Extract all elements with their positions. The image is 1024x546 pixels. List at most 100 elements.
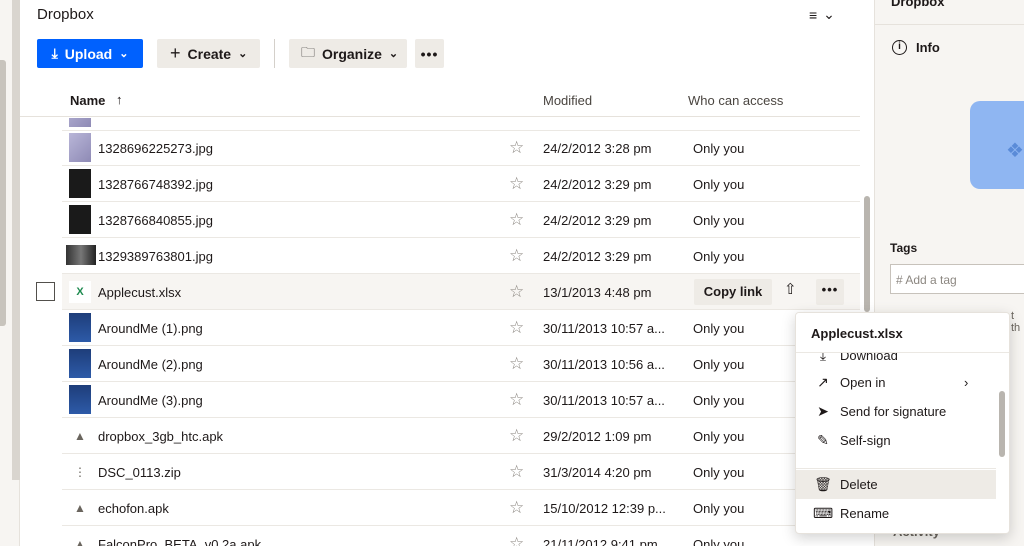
column-access[interactable]: Who can access: [688, 93, 783, 108]
file-name[interactable]: echofon.apk: [98, 501, 169, 516]
table-row[interactable]: 1328766748392.jpg ☆ 24/2/2012 3:29 pm On…: [62, 166, 860, 202]
star-icon[interactable]: ☆: [509, 246, 524, 266]
modified-date: 30/11/2013 10:57 a...: [543, 321, 665, 336]
side-panel-divider: [875, 24, 1024, 25]
tags-label: Tags: [890, 241, 918, 255]
trash-icon: 🗑: [814, 476, 832, 492]
more-actions-button[interactable]: •••: [415, 39, 444, 68]
share-icon[interactable]: ⇧: [784, 280, 797, 298]
file-name[interactable]: 1328696225273.jpg: [98, 141, 213, 156]
star-icon[interactable]: ☆: [509, 318, 524, 338]
column-name[interactable]: Name: [70, 93, 105, 108]
file-list: 1328696225273.jpg ☆ 24/2/2012 3:28 pm On…: [20, 118, 860, 546]
table-header: Name ↑ Modified Who can access: [20, 87, 860, 117]
menu-item-label: Delete: [840, 477, 878, 492]
file-name[interactable]: AroundMe (3).png: [98, 393, 203, 408]
menu-divider: [796, 468, 996, 469]
info-tab[interactable]: i Info: [892, 40, 940, 55]
side-panel-title: Dropbox: [891, 0, 945, 9]
access-value: Only you: [693, 465, 745, 480]
create-button[interactable]: + Create ⌄: [157, 39, 260, 68]
create-label: Create: [187, 45, 232, 62]
table-row[interactable]: AroundMe (2).png ☆ 30/11/2013 10:56 a...…: [62, 346, 860, 382]
file-list-scrollbar-thumb[interactable]: [864, 196, 870, 312]
left-rail-edge: [12, 0, 20, 480]
modified-date: 31/3/2014 4:20 pm: [543, 465, 652, 480]
row-more-button[interactable]: •••: [816, 279, 844, 305]
table-row[interactable]: 1328766840855.jpg ☆ 24/2/2012 3:29 pm On…: [62, 202, 860, 238]
table-row[interactable]: 1329389763801.jpg ☆ 24/2/2012 3:29 pm On…: [62, 238, 860, 274]
view-toggle[interactable]: ≡ ⌄: [809, 6, 835, 23]
modified-date: 30/11/2013 10:57 a...: [543, 393, 665, 408]
row-select-checkbox[interactable]: [36, 282, 55, 301]
menu-item-rename[interactable]: ⌨ Rename: [796, 499, 996, 528]
table-row[interactable]: ▲ echofon.apk ☆ 15/10/2012 12:39 p... On…: [62, 490, 860, 526]
access-value: Only you: [693, 393, 745, 408]
organize-button[interactable]: 🗀 Organize ⌄: [289, 39, 407, 68]
table-row[interactable]: ▲ FalconPro_BETA_v0.2a.apk ☆ 21/11/2012 …: [62, 526, 860, 546]
table-row[interactable]: ▲ dropbox_3gb_htc.apk ☆ 29/2/2012 1:09 p…: [62, 418, 860, 454]
table-row[interactable]: AroundMe (3).png ☆ 30/11/2013 10:57 a...…: [62, 382, 860, 418]
chevron-down-icon: ⌄: [238, 48, 248, 60]
star-icon[interactable]: ☆: [509, 174, 524, 194]
star-icon[interactable]: ☆: [509, 534, 524, 546]
sort-ascending-icon[interactable]: ↑: [116, 92, 123, 107]
file-thumbnail: [69, 385, 91, 414]
star-icon[interactable]: ☆: [509, 390, 524, 410]
column-modified[interactable]: Modified: [543, 93, 592, 108]
access-value: Only you: [693, 501, 745, 516]
table-row-selected[interactable]: X Applecust.xlsx ☆ 13/1/2013 4:48 pm Cop…: [62, 274, 860, 310]
menu-item-label: Rename: [840, 506, 890, 521]
file-name[interactable]: dropbox_3gb_htc.apk: [98, 429, 223, 444]
star-icon[interactable]: ☆: [509, 462, 524, 482]
file-name[interactable]: AroundMe (2).png: [98, 357, 203, 372]
table-row[interactable]: 1328696225273.jpg ☆ 24/2/2012 3:28 pm On…: [62, 130, 860, 166]
menu-item-send-for-signature[interactable]: ➤ Send for signature: [796, 397, 996, 426]
upload-icon: ⤓: [51, 45, 58, 61]
zip-file-icon: ⋮: [69, 461, 91, 483]
star-icon[interactable]: ☆: [509, 138, 524, 158]
access-value: Only you: [693, 141, 745, 156]
menu-item-delete[interactable]: 🗑 Delete: [796, 470, 996, 499]
star-icon[interactable]: ☆: [509, 498, 524, 518]
toolbar-divider: [274, 39, 275, 68]
file-thumbnail: [69, 118, 91, 127]
file-name[interactable]: 1329389763801.jpg: [98, 249, 213, 264]
file-name[interactable]: AroundMe (1).png: [98, 321, 203, 336]
upload-button[interactable]: ⤓ Upload ⌄: [37, 39, 143, 68]
file-thumbnail: [69, 205, 91, 234]
star-icon[interactable]: ☆: [509, 354, 524, 374]
send-signature-icon: ➤: [817, 403, 829, 419]
rename-icon: ⌨: [813, 505, 834, 521]
modified-date: 21/11/2012 9:41 pm: [543, 537, 658, 546]
access-value: Only you: [693, 357, 745, 372]
table-row[interactable]: AroundMe (1).png ☆ 30/11/2013 10:57 a...…: [62, 310, 860, 346]
modified-date: 13/1/2013 4:48 pm: [543, 285, 652, 300]
file-name[interactable]: Applecust.xlsx: [98, 285, 181, 300]
access-value: Only you: [693, 213, 745, 228]
file-name[interactable]: FalconPro_BETA_v0.2a.apk: [98, 537, 261, 546]
folder-icon: 🗀: [301, 43, 315, 60]
menu-item-open-in[interactable]: ↗ Open in ›: [796, 368, 996, 397]
star-icon[interactable]: ☆: [509, 282, 524, 302]
file-name[interactable]: DSC_0113.zip: [98, 465, 181, 480]
chevron-down-icon: ⌄: [388, 48, 399, 60]
file-thumbnail: [69, 169, 91, 198]
file-name[interactable]: 1328766840855.jpg: [98, 213, 213, 228]
info-label: Info: [916, 40, 940, 55]
chevron-right-icon: ›: [964, 375, 969, 390]
menu-scrollbar[interactable]: [999, 391, 1005, 457]
star-icon[interactable]: ☆: [509, 426, 524, 446]
copy-link-button[interactable]: Copy link: [694, 279, 772, 305]
table-row[interactable]: ⋮ DSC_0113.zip ☆ 31/3/2014 4:20 pm Only …: [62, 454, 860, 490]
star-icon[interactable]: ☆: [509, 210, 524, 230]
left-rail: [0, 0, 20, 546]
file-thumbnail: [69, 133, 91, 162]
menu-item-self-sign[interactable]: ✎ Self-sign: [796, 426, 996, 455]
add-tag-input[interactable]: # Add a tag: [890, 264, 1024, 294]
left-rail-scrollbar[interactable]: [0, 60, 6, 326]
file-name[interactable]: 1328766748392.jpg: [98, 177, 213, 192]
context-menu-title: Applecust.xlsx: [796, 313, 1009, 353]
access-value: Only you: [693, 537, 745, 546]
info-icon: i: [892, 40, 907, 55]
